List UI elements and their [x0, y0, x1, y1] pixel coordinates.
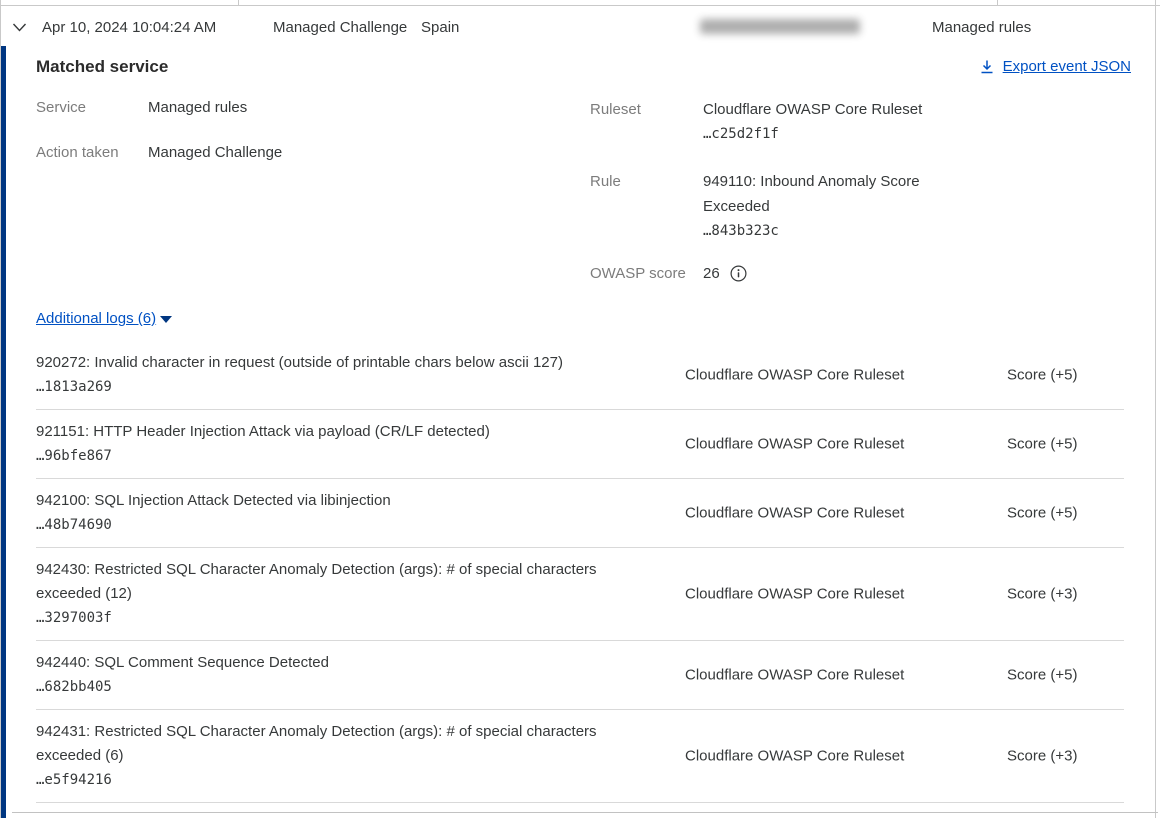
- log-score: Score (+3): [1007, 586, 1077, 603]
- service-field: Service Managed rules: [36, 97, 466, 118]
- log-ruleset: Cloudflare OWASP Core Ruleset: [685, 367, 904, 384]
- log-rule-title: 942431: Restricted SQL Character Anomaly…: [36, 720, 626, 768]
- log-score: Score (+3): [1007, 748, 1077, 765]
- log-rule-id: …e5f94216: [36, 768, 626, 792]
- log-score: Score (+5): [1007, 436, 1077, 453]
- log-row: 920272: Invalid character in request (ou…: [36, 341, 1124, 410]
- event-country: Spain: [421, 18, 459, 38]
- log-rule-id: …1813a269: [36, 375, 626, 399]
- additional-logs-link[interactable]: Additional logs (6): [36, 310, 156, 327]
- service-details: Service Managed rules Action taken Manag…: [36, 97, 466, 187]
- export-event-json[interactable]: Export event JSON: [979, 58, 1131, 75]
- collapse-row-chevron-icon[interactable]: [12, 20, 30, 34]
- action-taken-field: Action taken Managed Challenge: [36, 142, 466, 163]
- action-taken-value: Managed Challenge: [148, 142, 282, 163]
- service-label: Service: [36, 97, 148, 118]
- next-row-top-border: [12, 812, 1158, 813]
- redacted-hostname: [700, 19, 860, 34]
- log-ruleset: Cloudflare OWASP Core Ruleset: [685, 436, 904, 453]
- log-ruleset: Cloudflare OWASP Core Ruleset: [685, 667, 904, 684]
- log-rule-id: …96bfe867: [36, 444, 626, 468]
- event-action: Managed Challenge: [273, 18, 407, 38]
- log-score: Score (+5): [1007, 505, 1077, 522]
- rule-field: Rule 949110: Inbound Anomaly Score Excee…: [590, 169, 1010, 244]
- log-score: Score (+5): [1007, 367, 1077, 384]
- column-divider-tick: [997, 0, 998, 5]
- ruleset-label: Ruleset: [590, 97, 703, 147]
- log-row: 942431: Restricted SQL Character Anomaly…: [36, 710, 1124, 803]
- log-rule-id: …682bb405: [36, 675, 626, 699]
- log-ruleset: Cloudflare OWASP Core Ruleset: [685, 748, 904, 765]
- additional-logs-toggle[interactable]: Additional logs (6): [36, 310, 172, 327]
- panel-right-border: [1155, 0, 1156, 818]
- log-row: 942430: Restricted SQL Character Anomaly…: [36, 548, 1124, 641]
- log-row: 942100: SQL Injection Attack Detected vi…: [36, 479, 1124, 548]
- download-icon: [979, 59, 995, 75]
- table-top-divider: [0, 5, 1160, 6]
- log-score: Score (+5): [1007, 667, 1077, 684]
- owasp-score-label: OWASP score: [590, 261, 703, 286]
- export-event-json-link[interactable]: Export event JSON: [1003, 58, 1131, 75]
- ruleset-value: Cloudflare OWASP Core Ruleset: [703, 97, 943, 122]
- rule-label: Rule: [590, 169, 703, 244]
- service-value: Managed rules: [148, 97, 247, 118]
- page-title: Matched service: [36, 57, 168, 77]
- column-divider-tick: [238, 0, 239, 5]
- log-rule-title: 942430: Restricted SQL Character Anomaly…: [36, 558, 626, 606]
- firewall-event-detail-panel: Apr 10, 2024 10:04:24 AM Managed Challen…: [0, 0, 1160, 818]
- rule-id: …843b323c: [703, 219, 943, 244]
- log-rule-id: …3297003f: [36, 606, 626, 630]
- additional-logs-table: 920272: Invalid character in request (ou…: [36, 341, 1124, 803]
- owasp-score-field: OWASP score 26: [590, 261, 1010, 286]
- event-service: Managed rules: [932, 18, 1031, 38]
- log-row: 942440: SQL Comment Sequence Detected …6…: [36, 641, 1124, 710]
- log-rule-id: …48b74690: [36, 513, 626, 537]
- expanded-row-accent-bar: [1, 46, 6, 818]
- owasp-score-value: 26: [703, 263, 720, 284]
- log-rule-title: 942100: SQL Injection Attack Detected vi…: [36, 489, 626, 513]
- log-rule-title: 942440: SQL Comment Sequence Detected: [36, 651, 626, 675]
- log-ruleset: Cloudflare OWASP Core Ruleset: [685, 586, 904, 603]
- event-timestamp: Apr 10, 2024 10:04:24 AM: [42, 18, 216, 38]
- rule-value: 949110: Inbound Anomaly Score Exceeded: [703, 169, 943, 219]
- log-ruleset: Cloudflare OWASP Core Ruleset: [685, 505, 904, 522]
- info-icon[interactable]: [730, 265, 747, 282]
- action-taken-label: Action taken: [36, 142, 148, 163]
- log-rule-title: 920272: Invalid character in request (ou…: [36, 351, 626, 375]
- log-rule-title: 921151: HTTP Header Injection Attack via…: [36, 420, 626, 444]
- ruleset-id: …c25d2f1f: [703, 122, 943, 147]
- rule-details: Ruleset Cloudflare OWASP Core Ruleset …c…: [590, 97, 1010, 308]
- log-row: 921151: HTTP Header Injection Attack via…: [36, 410, 1124, 479]
- caret-down-icon: [160, 316, 172, 323]
- ruleset-field: Ruleset Cloudflare OWASP Core Ruleset …c…: [590, 97, 1010, 147]
